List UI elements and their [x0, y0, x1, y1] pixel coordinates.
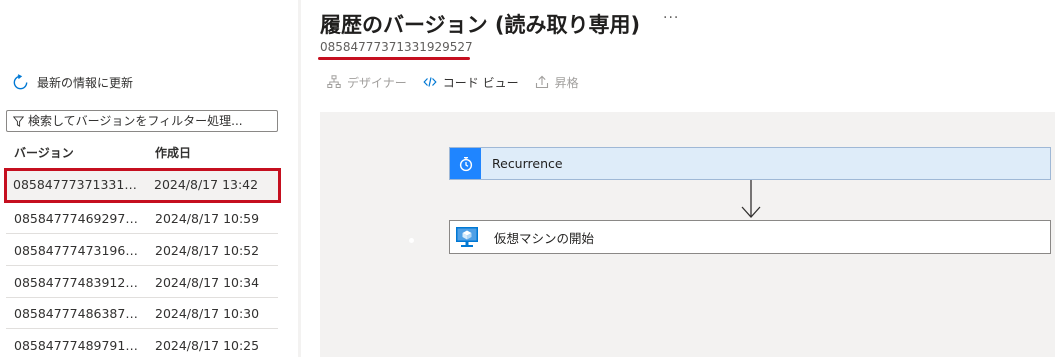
promote-button[interactable]: 昇格 — [535, 74, 579, 91]
version-row[interactable]: 08584777483912… 2024/8/17 10:34 — [6, 267, 278, 298]
designer-icon — [327, 75, 341, 88]
version-id-cell: 08584777486387… — [14, 306, 138, 321]
code-view-label: コード ビュー — [442, 75, 519, 90]
version-id-subtitle: 08584777371331929527 — [320, 40, 473, 54]
version-id-cell: 08584777469297… — [14, 211, 138, 226]
more-options-button[interactable]: ··· — [663, 10, 679, 26]
created-date-cell: 2024/8/17 10:59 — [155, 211, 260, 226]
recurrence-step[interactable]: Recurrence — [449, 147, 1051, 180]
flow-arrow — [741, 180, 761, 218]
virtual-machine-icon — [455, 227, 478, 247]
version-filter-input[interactable] — [28, 114, 268, 128]
version-id-cell: 08584777473196… — [14, 243, 138, 258]
refresh-label: 最新の情報に更新 — [37, 75, 134, 90]
start-vm-step[interactable]: 仮想マシンの開始 — [449, 220, 1051, 254]
promote-icon — [535, 75, 548, 89]
version-id-cell: 08584777489791… — [14, 338, 138, 353]
code-icon — [423, 77, 437, 87]
refresh-icon — [13, 73, 28, 89]
version-row-selected[interactable]: 08584777371331… 2024/8/17 13:42 — [4, 168, 281, 203]
column-header-version[interactable]: バージョン — [14, 144, 74, 161]
version-history-panel: 最新の情報に更新 バージョン 作成日 08584777371331… 2024/… — [0, 0, 290, 357]
start-vm-step-title: 仮想マシンの開始 — [494, 230, 595, 246]
recurrence-icon-box — [450, 148, 481, 179]
panel-divider[interactable] — [298, 0, 301, 357]
version-row[interactable]: 08584777489791… 2024/8/17 10:25 — [6, 330, 278, 361]
version-row[interactable]: 08584777473196… 2024/8/17 10:52 — [6, 235, 278, 266]
version-id-cell: 08584777371331… — [13, 177, 137, 192]
created-date-cell: 2024/8/17 13:42 — [154, 177, 259, 192]
highlight-underline — [318, 57, 470, 60]
version-id-cell: 08584777483912… — [14, 275, 138, 290]
version-row[interactable]: 08584777469297… 2024/8/17 10:59 — [6, 203, 278, 234]
designer-label: デザイナー — [347, 75, 407, 90]
promote-label: 昇格 — [554, 75, 579, 90]
created-date-cell: 2024/8/17 10:25 — [155, 338, 260, 353]
created-date-cell: 2024/8/17 10:30 — [155, 306, 260, 321]
version-row[interactable]: 08584777486387… 2024/8/17 10:30 — [6, 298, 278, 329]
designer-button[interactable]: デザイナー — [327, 74, 407, 91]
version-filter-box[interactable] — [6, 110, 278, 132]
toolbar: デザイナー コード ビュー 昇格 — [327, 73, 595, 91]
page-title: 履歴のバージョン (読み取り専用) — [320, 13, 641, 37]
vm-icon-box — [450, 221, 483, 253]
code-view-button[interactable]: コード ビュー — [423, 74, 519, 91]
column-header-created[interactable]: 作成日 — [155, 144, 191, 161]
canvas-dot — [409, 238, 414, 243]
created-date-cell: 2024/8/17 10:34 — [155, 275, 260, 290]
created-date-cell: 2024/8/17 10:52 — [155, 243, 260, 258]
refresh-button[interactable]: 最新の情報に更新 — [12, 71, 133, 93]
filter-icon — [13, 115, 24, 127]
clock-icon — [459, 156, 472, 171]
recurrence-step-title: Recurrence — [492, 156, 563, 171]
